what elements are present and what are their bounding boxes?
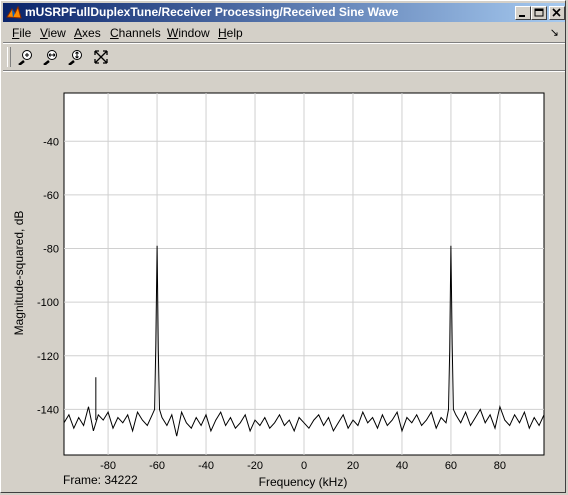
y-axis-label: Magnitude-squared, dB xyxy=(12,211,26,336)
y-tick-label: -120 xyxy=(37,351,59,363)
x-tick-label: 20 xyxy=(347,460,359,472)
x-tick-label: -20 xyxy=(247,460,263,472)
x-tick-label: 0 xyxy=(301,460,307,472)
y-tick-labels: -40 -60 -80 -100 -120 -140 xyxy=(37,136,59,416)
x-tick-labels: -80 -60 -40 -20 0 20 40 60 80 xyxy=(100,460,506,472)
scope-window: mUSRPFullDuplexTune/Receiver Processing/… xyxy=(0,0,566,493)
x-tick-label: -80 xyxy=(100,460,116,472)
spectrum-plot[interactable]: -40 -60 -80 -100 -120 -140 -80 -60 -40 -20 0 20 40 6… xyxy=(1,1,567,494)
x-tick-label: 60 xyxy=(445,460,457,472)
x-tick-label: -60 xyxy=(149,460,165,472)
y-tick-label: -60 xyxy=(43,190,59,202)
x-tick-label: 80 xyxy=(494,460,506,472)
y-tick-label: -80 xyxy=(43,244,59,256)
y-tick-label: -100 xyxy=(37,297,59,309)
x-tick-label: 40 xyxy=(396,460,408,472)
x-axis-label: Frequency (kHz) xyxy=(259,475,348,489)
y-tick-label: -140 xyxy=(37,404,59,416)
x-tick-label: -40 xyxy=(198,460,214,472)
frame-counter: Frame: 34222 xyxy=(63,473,138,487)
y-tick-label: -40 xyxy=(43,136,59,148)
